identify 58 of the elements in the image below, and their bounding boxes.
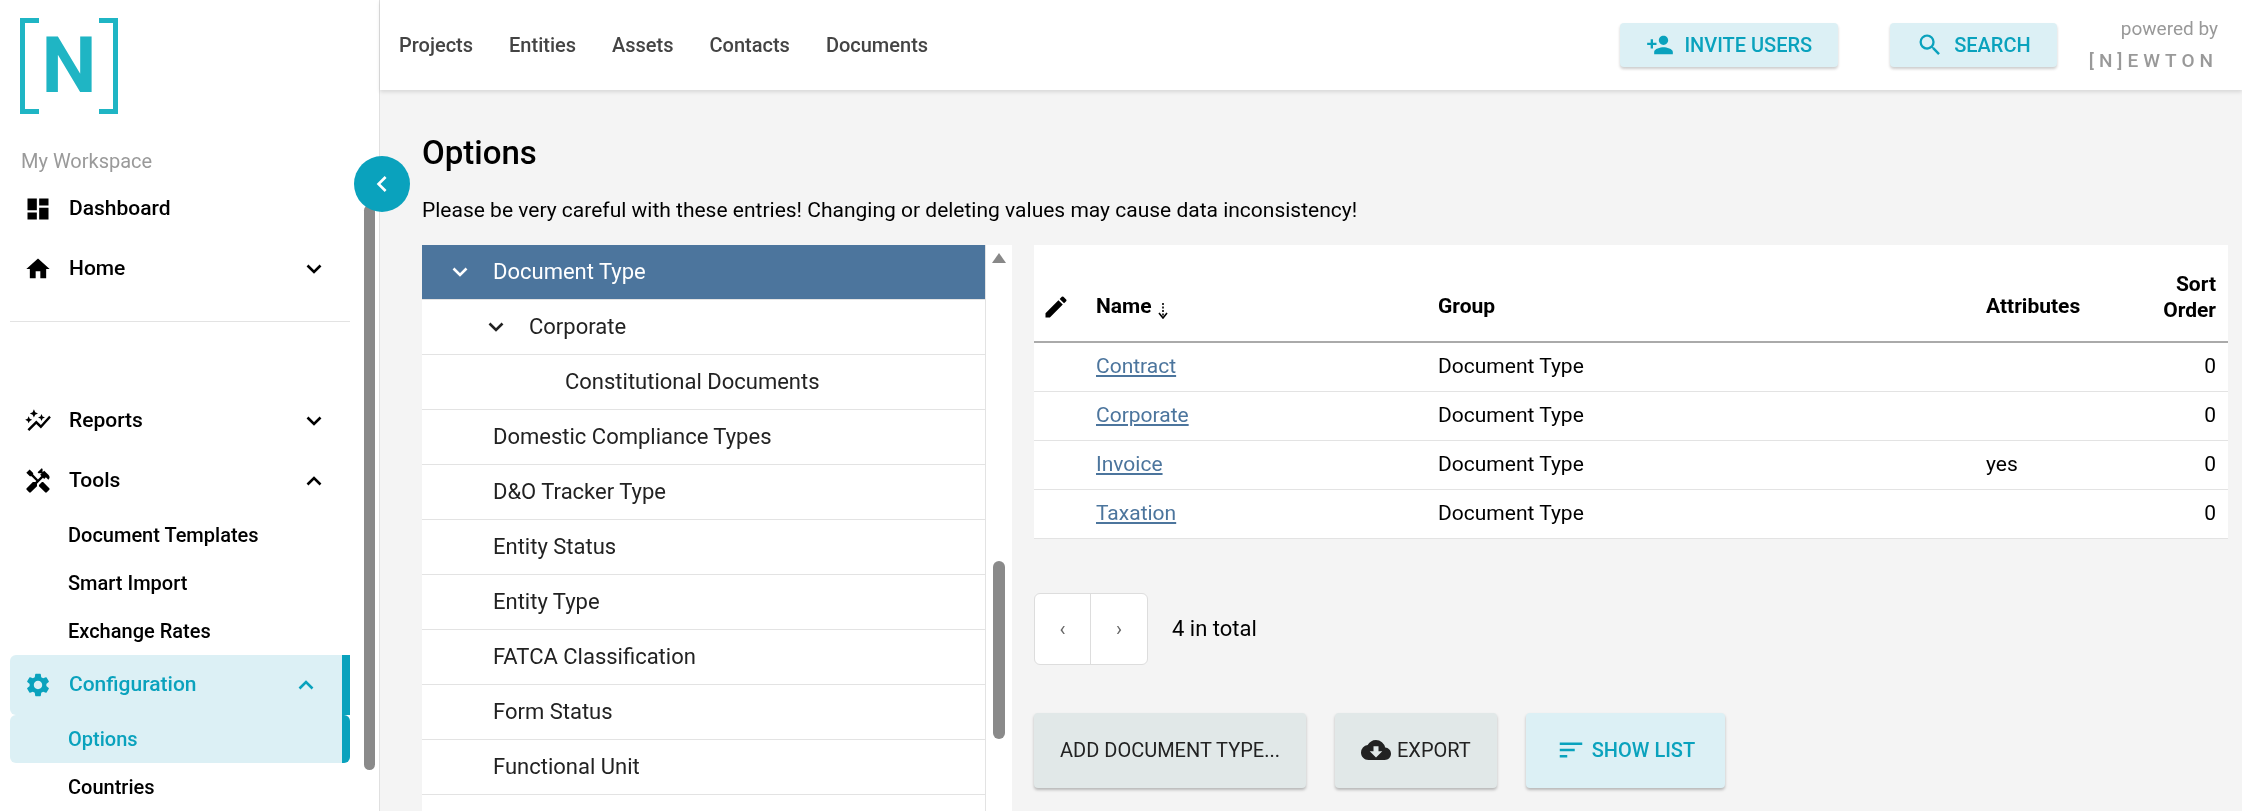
- sidebar-item[interactable]: Tools: [10, 451, 350, 511]
- tree-item[interactable]: Entity Status: [422, 519, 985, 575]
- action-button[interactable]: ADD DOCUMENT TYPE...: [1034, 712, 1306, 788]
- table-cell-text: Document Type: [1438, 401, 1585, 429]
- tree-item[interactable]: D&O Tracker Type: [422, 464, 985, 520]
- option-link[interactable]: Taxation: [1096, 497, 1438, 530]
- tree-item[interactable]: Entity Type: [422, 574, 985, 630]
- action-button[interactable]: EXPORT: [1334, 712, 1497, 788]
- scroll-up-icon: [992, 252, 1006, 263]
- table-cell-text: Document Type: [1438, 352, 1585, 380]
- column-header[interactable]: Group: [1438, 291, 1986, 323]
- table-cell: yes: [1986, 451, 2018, 476]
- table-cell-text: Document Type: [1438, 450, 1585, 478]
- collapse-button[interactable]: [354, 156, 410, 212]
- settings-icon: [24, 671, 52, 699]
- table-cell: 0: [2204, 451, 2216, 476]
- tree-item[interactable]: Constitutional Documents: [422, 354, 985, 410]
- sidebar-item[interactable]: Reports: [10, 391, 350, 451]
- scrollbar[interactable]: [364, 205, 375, 770]
- tree-item[interactable]: Form Status: [422, 684, 985, 740]
- option-link[interactable]: Contract: [1096, 350, 1438, 383]
- sidebar-item[interactable]: Dashboard: [10, 179, 350, 239]
- warning-text: Please be very careful with these entries! Changing or deleting values may cause data inconsistency!: [422, 197, 1359, 224]
- sidebar-subitem[interactable]: Exchange Rates: [10, 607, 350, 655]
- tree-item[interactable]: Functional Unit: [422, 739, 985, 795]
- table-cell-text: Document Type: [1438, 499, 1585, 527]
- sidebar-subitem[interactable]: Smart Import: [10, 559, 350, 607]
- sort-down-icon: [1157, 302, 1168, 319]
- nav-link[interactable]: Projects: [399, 30, 474, 60]
- sidebar-item[interactable]: Home: [10, 239, 350, 299]
- previous-page-button[interactable]: ‹: [1035, 593, 1091, 664]
- tree-item[interactable]: Corporate: [422, 299, 985, 355]
- logo: N: [20, 18, 118, 114]
- table-cell: 0: [2204, 353, 2216, 378]
- nav-link[interactable]: Entities: [509, 30, 576, 60]
- newton-logo: [N]EWTON: [2088, 48, 2218, 74]
- tree-item[interactable]: Domestic Compliance Types: [422, 409, 985, 465]
- option-link[interactable]: Invoice: [1096, 448, 1438, 481]
- section-label: My Workspace: [20, 147, 154, 175]
- powered-by-label: powered by: [2120, 15, 2218, 42]
- table-cell: 0: [2204, 500, 2216, 525]
- total-count: 4 in total: [1172, 615, 1257, 643]
- column-header[interactable]: Sort Order: [2126, 270, 2216, 323]
- sidebar-subitem[interactable]: Document Templates: [10, 511, 350, 559]
- nav-link[interactable]: Assets: [612, 30, 674, 60]
- column-header[interactable]: Name: [1096, 291, 1438, 323]
- nav-link[interactable]: Contacts: [709, 30, 790, 60]
- scrollbar[interactable]: [993, 560, 1005, 739]
- nav-link[interactable]: Documents: [825, 30, 929, 60]
- table-cell: 0: [2204, 402, 2216, 427]
- tools-icon: [24, 467, 52, 495]
- option-link[interactable]: Corporate: [1096, 399, 1438, 432]
- tree-item[interactable]: FATCA Classification: [422, 629, 985, 685]
- column-header[interactable]: Attributes: [1986, 291, 2126, 323]
- sidebar-subitem[interactable]: Countries: [10, 763, 350, 811]
- tree-item[interactable]: Document Type: [422, 244, 985, 300]
- page-title: Options: [422, 136, 538, 169]
- next-page-button[interactable]: ›: [1091, 593, 1147, 664]
